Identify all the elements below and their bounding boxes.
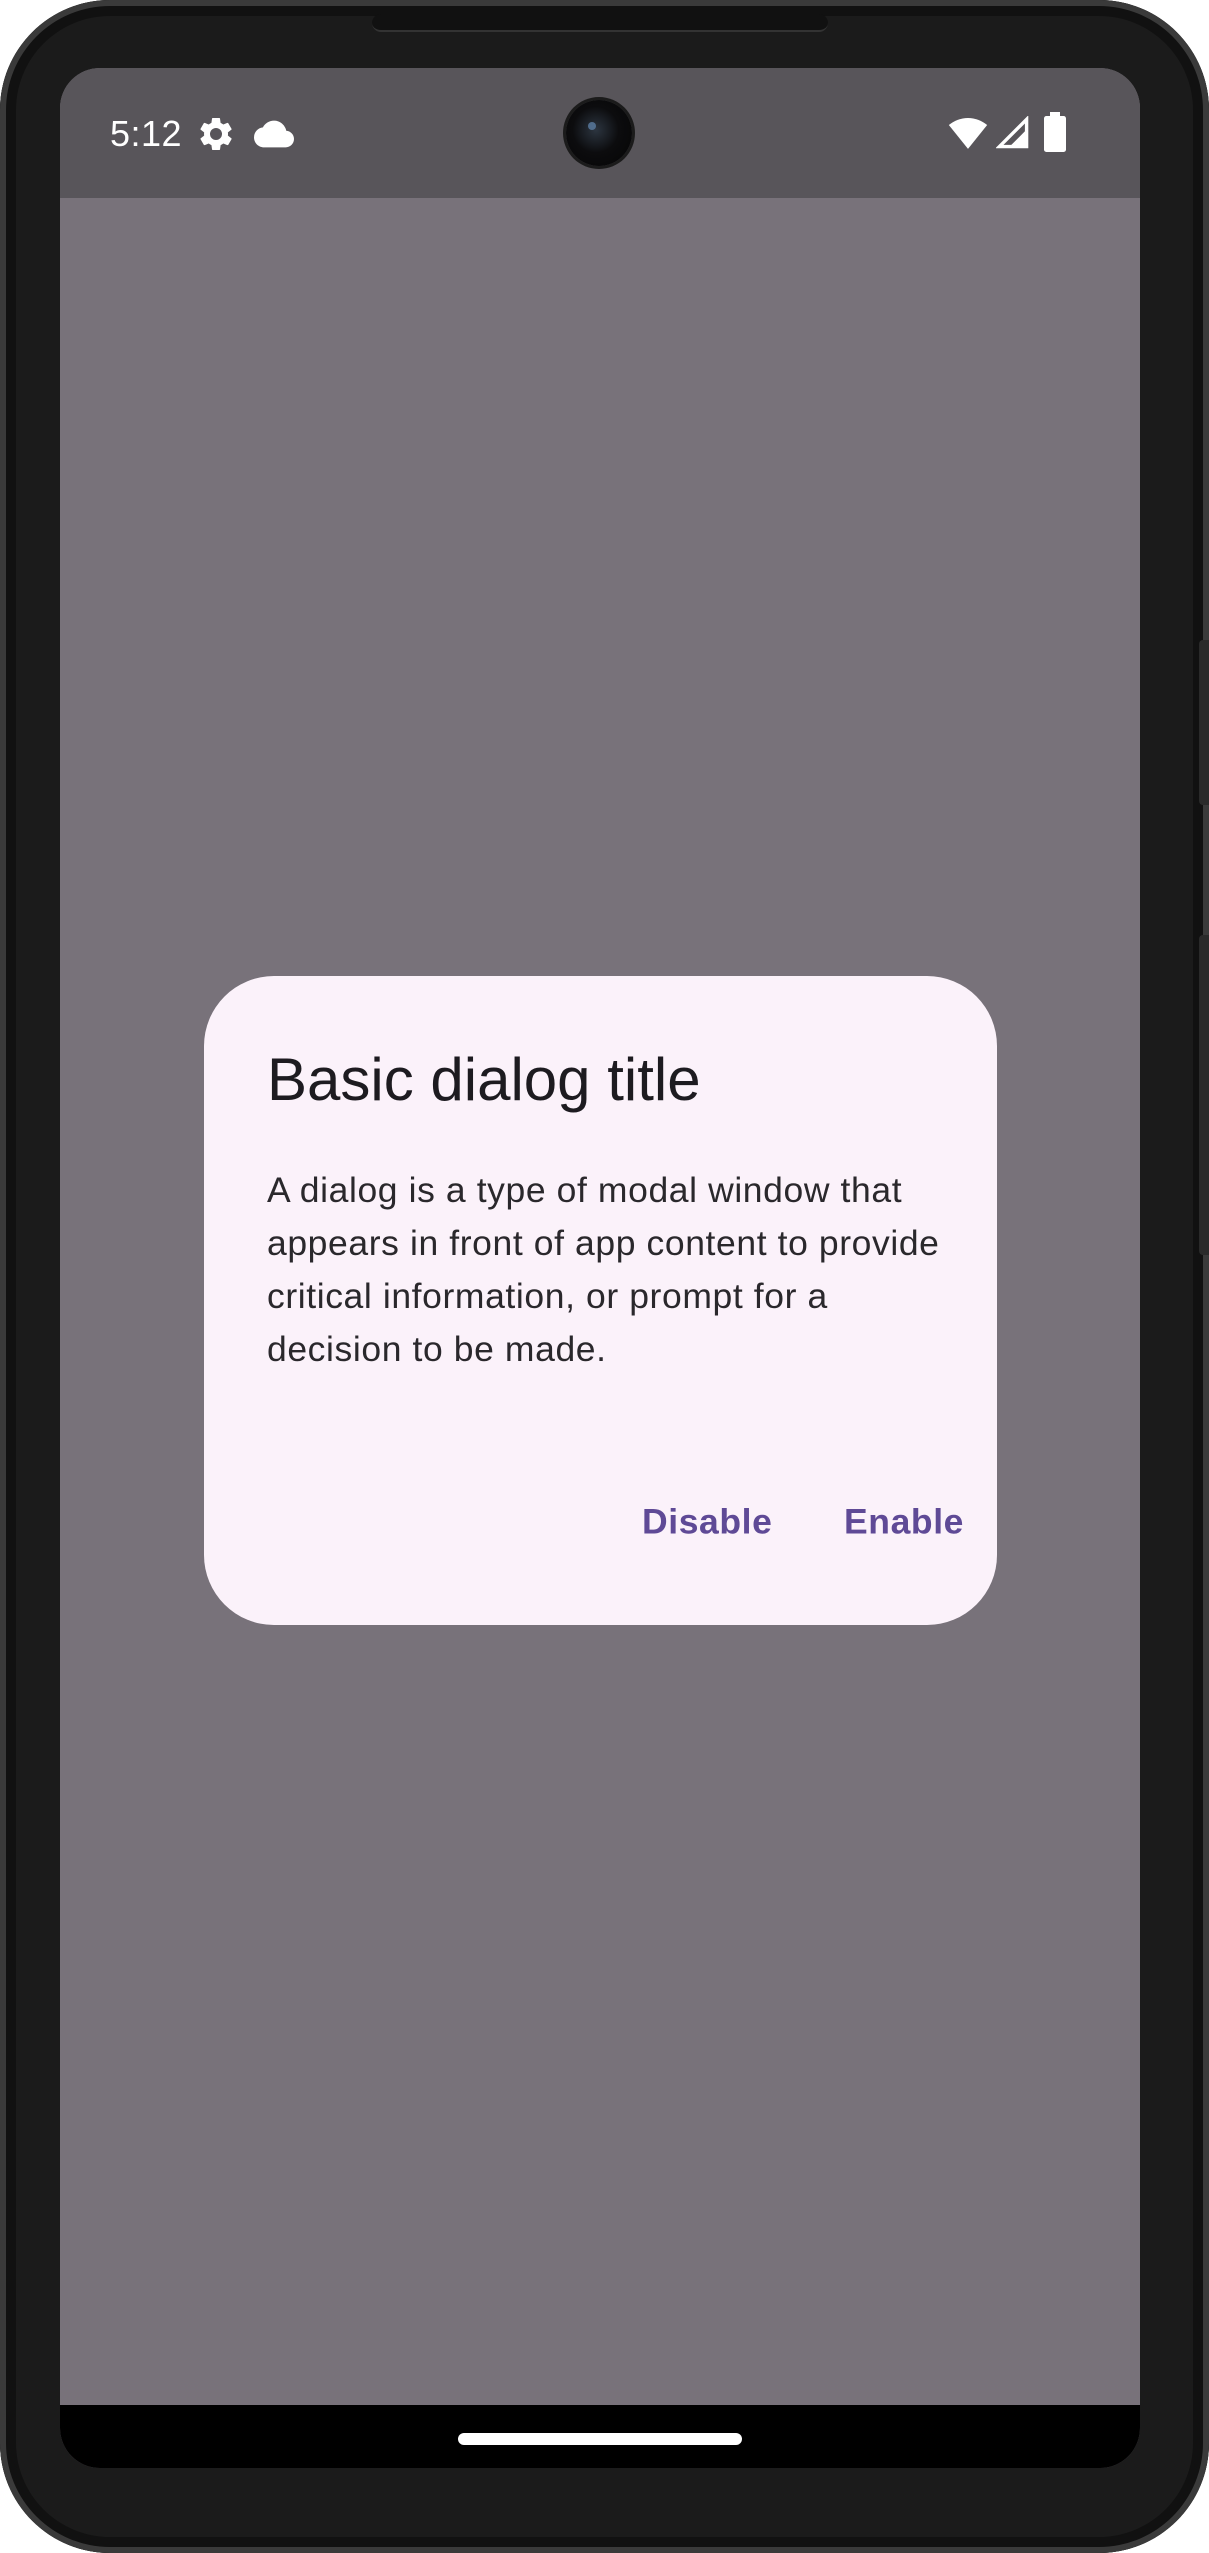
volume-rocker (1199, 935, 1209, 1255)
speaker-grille (372, 14, 828, 32)
battery-icon (1044, 112, 1066, 152)
wifi-icon (948, 118, 988, 149)
enable-button[interactable]: Enable (830, 1492, 978, 1553)
navigation-bar (60, 2405, 1140, 2468)
phone-frame: 5:12 Basic dialog title A dialog is a ty… (0, 0, 1209, 2553)
power-button (1199, 640, 1209, 805)
home-gesture-handle[interactable] (458, 2433, 742, 2445)
disable-button[interactable]: Disable (628, 1492, 786, 1553)
status-time: 5:12 (110, 113, 183, 154)
basic-dialog: Basic dialog title A dialog is a type of… (204, 976, 997, 1625)
signal-icon (996, 116, 1029, 149)
dialog-title: Basic dialog title (267, 1046, 701, 1113)
settings-gear-icon (200, 117, 232, 150)
status-bar: 5:12 (60, 68, 1140, 198)
front-camera (566, 100, 632, 166)
screen: 5:12 Basic dialog title A dialog is a ty… (60, 68, 1140, 2468)
dialog-body-text: A dialog is a type of modal window that … (267, 1170, 940, 1369)
cloud-icon (254, 120, 294, 148)
